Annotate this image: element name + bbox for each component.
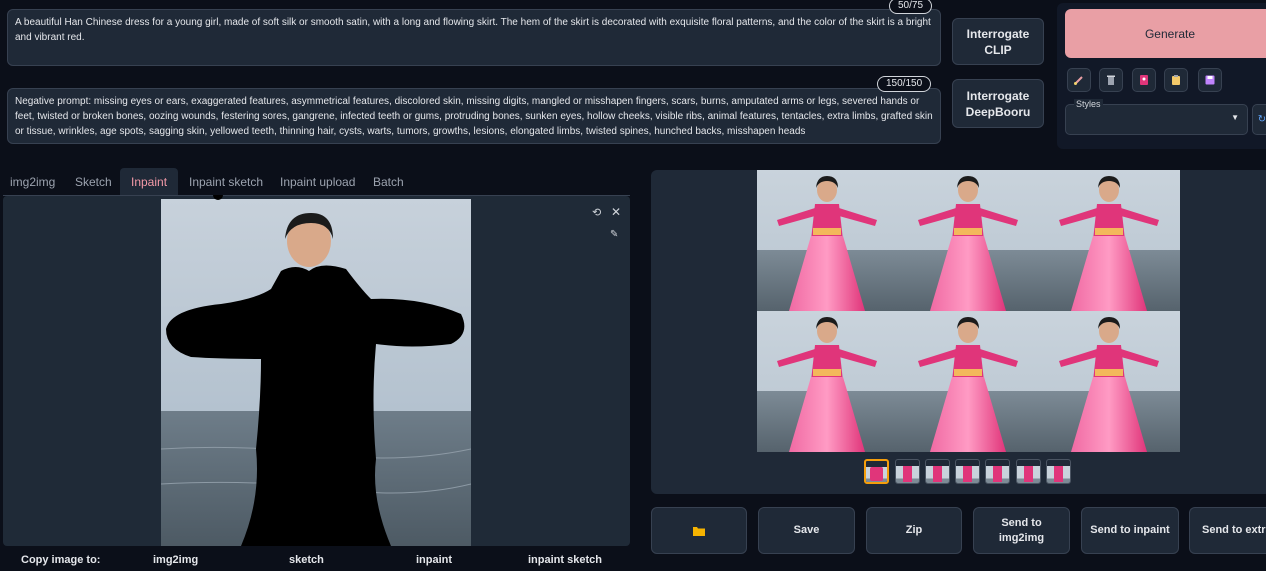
brush-size-icon[interactable]: ✎ xyxy=(610,229,618,240)
prompt-input[interactable]: A beautiful Han Chinese dress for a youn… xyxy=(7,9,941,66)
zip-label: Zip xyxy=(905,524,923,536)
styles-dropdown[interactable]: Styles ▼ xyxy=(1065,99,1248,135)
open-folder-button[interactable] xyxy=(651,507,747,554)
inpaint-image[interactable] xyxy=(161,199,471,546)
styles-label: Styles xyxy=(1074,99,1103,109)
save-button[interactable]: Save xyxy=(758,507,855,554)
thumbnail-grid[interactable] xyxy=(864,459,889,484)
zip-button[interactable]: Zip xyxy=(866,507,962,554)
thumbnail-2[interactable] xyxy=(925,459,950,484)
negative-prompt-token-count: 150/150 xyxy=(877,76,932,92)
save-label: Save xyxy=(793,524,820,536)
thumbnail-4[interactable] xyxy=(985,459,1010,484)
generate-label: Generate xyxy=(1144,26,1196,41)
send-to-inpaint-button[interactable]: Send to inpaint xyxy=(1081,507,1179,554)
clipboard-icon[interactable] xyxy=(1164,68,1188,92)
copy-to-inpaint-sketch-button[interactable]: inpaint sketch xyxy=(528,554,602,566)
close-icon[interactable]: ✕ xyxy=(611,205,621,219)
save-icon[interactable] xyxy=(1198,68,1222,92)
folder-icon xyxy=(693,526,705,536)
output-grid-image[interactable] xyxy=(757,170,1180,452)
thumbnail-5[interactable] xyxy=(1016,459,1041,484)
chevron-down-icon: ▼ xyxy=(1231,113,1239,122)
tab-batch[interactable]: Batch xyxy=(373,175,404,189)
tab-img2img[interactable]: img2img xyxy=(10,175,55,189)
tab-inpaint-sketch[interactable]: Inpaint sketch xyxy=(189,175,263,189)
prompt-token-count: 50/75 xyxy=(889,0,933,14)
thumbnail-6[interactable] xyxy=(1046,459,1071,484)
interrogate-deepbooru-label: Interrogate DeepBooru xyxy=(965,88,1031,119)
interrogate-clip-button[interactable]: Interrogate CLIP xyxy=(952,18,1044,65)
send-to-img2img-button[interactable]: Send to img2img xyxy=(973,507,1070,554)
copy-to-inpaint-button[interactable]: inpaint xyxy=(416,554,452,566)
negative-prompt-input[interactable]: Negative prompt: missing eyes or ears, e… xyxy=(7,88,941,144)
generate-button[interactable]: Generate xyxy=(1065,9,1266,58)
brush-icon[interactable] xyxy=(1067,68,1091,92)
undo-icon[interactable]: ⟲ xyxy=(592,206,601,219)
send-to-extras-label: Send to extras xyxy=(1202,524,1266,536)
thumbnail-3[interactable] xyxy=(955,459,980,484)
prompt-text: A beautiful Han Chinese dress for a youn… xyxy=(15,17,931,43)
style-icon[interactable] xyxy=(1132,68,1156,92)
thumbnail-1[interactable] xyxy=(895,459,920,484)
tab-inpaint-upload[interactable]: Inpaint upload xyxy=(280,175,355,189)
negative-prompt-text: Negative prompt: missing eyes or ears, e… xyxy=(15,96,933,137)
interrogate-deepbooru-button[interactable]: Interrogate DeepBooru xyxy=(952,79,1044,128)
copy-to-img2img-button[interactable]: img2img xyxy=(153,554,198,566)
copy-image-label: Copy image to: xyxy=(21,554,101,566)
copy-to-sketch-button[interactable]: sketch xyxy=(289,554,324,566)
tab-sketch[interactable]: Sketch xyxy=(75,175,112,189)
send-to-inpaint-label: Send to inpaint xyxy=(1090,524,1170,536)
tab-inpaint[interactable]: Inpaint xyxy=(131,175,167,189)
trash-icon[interactable] xyxy=(1099,68,1123,92)
send-to-img2img-label: Send to img2img xyxy=(998,516,1045,544)
refresh-styles-icon[interactable]: ↻ xyxy=(1252,104,1266,135)
interrogate-clip-label: Interrogate CLIP xyxy=(966,26,1030,57)
send-to-extras-button[interactable]: Send to extras xyxy=(1189,507,1266,554)
